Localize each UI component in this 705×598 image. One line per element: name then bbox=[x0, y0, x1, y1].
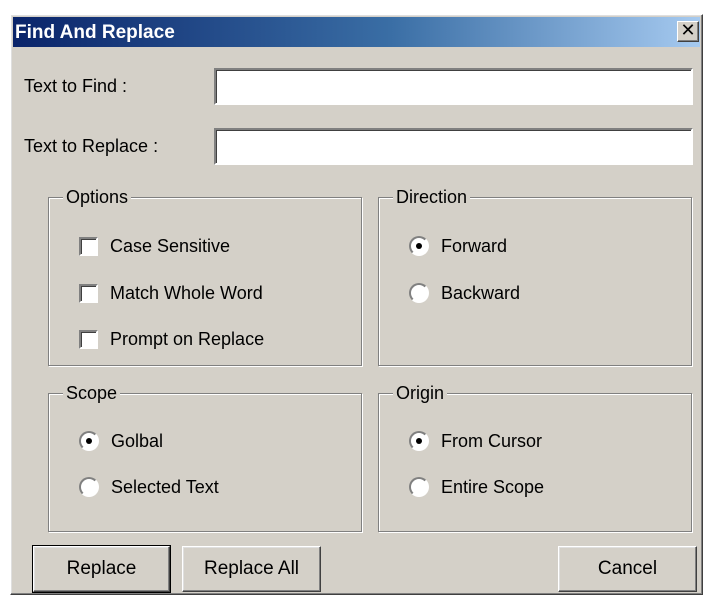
entire-scope-label: Entire Scope bbox=[441, 476, 545, 497]
match-whole-word-option[interactable]: Match Whole Word bbox=[79, 280, 263, 306]
scope-legend: Scope bbox=[63, 382, 121, 404]
forward-radio[interactable] bbox=[409, 236, 429, 256]
match-whole-word-checkbox[interactable] bbox=[79, 283, 98, 303]
close-button[interactable]: ✕ bbox=[677, 21, 699, 42]
backward-label: Backward bbox=[441, 282, 521, 303]
replace-all-button[interactable]: Replace All bbox=[182, 546, 321, 592]
direction-group: Direction Forward Backward bbox=[378, 186, 692, 366]
selected-text-label: Selected Text bbox=[111, 476, 219, 497]
replace-button[interactable]: Replace bbox=[32, 545, 171, 593]
cancel-button[interactable]: Cancel bbox=[558, 546, 697, 592]
origin-legend: Origin bbox=[393, 382, 448, 404]
entire-scope-radio[interactable] bbox=[409, 477, 429, 497]
global-label: Golbal bbox=[111, 430, 164, 451]
replace-input[interactable] bbox=[214, 128, 693, 165]
from-cursor-radio[interactable] bbox=[409, 431, 429, 451]
from-cursor-label: From Cursor bbox=[441, 430, 543, 451]
find-label: Text to Find : bbox=[24, 76, 128, 96]
case-sensitive-option[interactable]: Case Sensitive bbox=[79, 233, 230, 259]
global-option[interactable]: Golbal bbox=[79, 428, 163, 454]
prompt-on-replace-option[interactable]: Prompt on Replace bbox=[79, 326, 264, 352]
from-cursor-option[interactable]: From Cursor bbox=[409, 428, 542, 454]
origin-group: Origin From Cursor Entire Scope bbox=[378, 382, 692, 532]
close-icon: ✕ bbox=[680, 20, 696, 41]
selected-text-radio[interactable] bbox=[79, 477, 99, 497]
scope-group: Scope Golbal Selected Text bbox=[48, 382, 362, 532]
backward-option[interactable]: Backward bbox=[409, 280, 520, 306]
options-legend: Options bbox=[63, 186, 132, 208]
direction-legend: Direction bbox=[393, 186, 471, 208]
prompt-on-replace-checkbox[interactable] bbox=[79, 329, 98, 349]
title-bar[interactable]: Find And Replace ✕ bbox=[13, 17, 700, 47]
find-input[interactable] bbox=[214, 68, 693, 105]
selected-text-option[interactable]: Selected Text bbox=[79, 474, 219, 500]
case-sensitive-label: Case Sensitive bbox=[110, 235, 231, 256]
forward-label: Forward bbox=[441, 235, 508, 256]
entire-scope-option[interactable]: Entire Scope bbox=[409, 474, 544, 500]
prompt-on-replace-label: Prompt on Replace bbox=[110, 328, 265, 349]
find-replace-dialog: Find And Replace ✕ Text to Find : Text t… bbox=[10, 14, 703, 595]
match-whole-word-label: Match Whole Word bbox=[110, 282, 263, 303]
options-group: Options Case Sensitive Match Whole Word … bbox=[48, 186, 362, 366]
forward-option[interactable]: Forward bbox=[409, 233, 507, 259]
dialog-title: Find And Replace bbox=[15, 22, 175, 43]
case-sensitive-checkbox[interactable] bbox=[79, 236, 98, 256]
replace-label: Text to Replace : bbox=[24, 136, 159, 156]
global-radio[interactable] bbox=[79, 431, 99, 451]
backward-radio[interactable] bbox=[409, 283, 429, 303]
